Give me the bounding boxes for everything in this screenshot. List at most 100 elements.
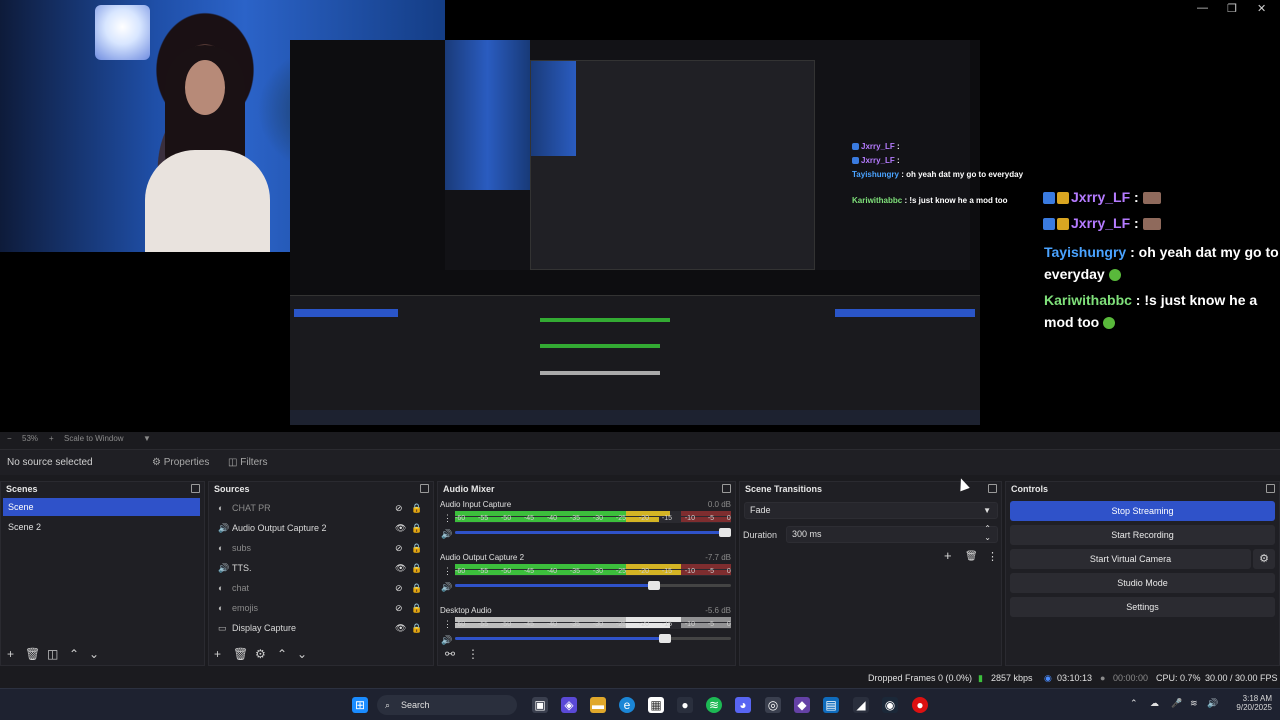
kebab-menu-icon[interactable]: ⋮ xyxy=(443,566,452,577)
duration-field[interactable]: 300 ms ⌃ ⌄ xyxy=(786,524,998,543)
filter-icon[interactable]: ◫ xyxy=(47,648,58,660)
slider-knob[interactable] xyxy=(658,634,671,643)
dock-float-icon[interactable] xyxy=(191,484,200,493)
eye-icon[interactable]: 👁 xyxy=(395,563,406,573)
lock-icon[interactable]: 🔒 xyxy=(411,523,422,533)
app-icon[interactable]: ● xyxy=(677,697,693,713)
slider-knob[interactable] xyxy=(647,581,660,590)
zoom-in-button[interactable]: + xyxy=(49,434,54,443)
scale-mode-select[interactable]: Scale to Window xyxy=(64,434,124,443)
scale-tick: -10 xyxy=(684,621,695,628)
chevron-up-icon[interactable]: ⌃ xyxy=(1130,698,1138,709)
eye-off-icon[interactable]: ⊘ xyxy=(395,583,405,593)
chevron-down-icon[interactable]: ⌄ xyxy=(89,648,99,660)
speaker-icon[interactable]: 🔊 xyxy=(441,582,452,593)
obs-icon[interactable]: ◎ xyxy=(765,697,781,713)
add-icon[interactable]: + xyxy=(214,648,221,660)
dock-float-icon[interactable] xyxy=(988,484,997,493)
source-item[interactable]: ◐ subs ⊘ 🔒 xyxy=(215,539,425,557)
cloud-icon[interactable]: ☁ xyxy=(1150,698,1159,709)
kebab-menu-icon[interactable]: ⋮ xyxy=(467,648,479,660)
stepper-icon[interactable]: ⌃ ⌄ xyxy=(984,524,991,542)
source-item[interactable]: ◐ CHAT PR ⊘ 🔒 xyxy=(215,499,425,517)
sources-dock: Sources ◐ CHAT PR ⊘ 🔒 🔊 Audio Output Capture … xyxy=(208,481,434,666)
lock-icon[interactable]: 🔒 xyxy=(411,603,422,613)
task-view-icon[interactable]: ▣ xyxy=(532,697,548,713)
settings-button[interactable]: Settings xyxy=(1010,597,1275,617)
record-app-icon[interactable]: ● xyxy=(912,697,928,713)
zoom-out-button[interactable]: − xyxy=(7,434,12,443)
source-item[interactable]: 🔊 TTS. 👁 🔒 xyxy=(215,559,425,577)
trash-icon[interactable]: 🗑 xyxy=(233,648,248,660)
filters-button[interactable]: ◫ Filters xyxy=(222,455,273,472)
stop-streaming-button[interactable]: Stop Streaming xyxy=(1010,501,1275,521)
lock-icon[interactable]: 🔒 xyxy=(411,583,422,593)
volume-slider[interactable] xyxy=(455,634,731,643)
studio-mode-button[interactable]: Studio Mode xyxy=(1010,573,1275,593)
app-icon-3[interactable]: ◢ xyxy=(853,697,869,713)
lock-icon[interactable]: 🔒 xyxy=(411,563,422,573)
chevron-up-icon[interactable]: ⌃ xyxy=(277,648,287,660)
twitch-icon[interactable]: ◆ xyxy=(794,697,810,713)
file-explorer-icon[interactable]: ▬ xyxy=(590,697,606,713)
search-input[interactable]: ⌕ Search xyxy=(377,695,517,715)
eye-off-icon[interactable]: ⊘ xyxy=(395,543,405,553)
copilot-icon[interactable]: ◈ xyxy=(561,697,577,713)
program-preview[interactable]: — ❐ ✕ Jxrry_LF : Jxrry_LF : Tayishungry … xyxy=(0,0,1280,432)
scene-item[interactable]: Scene 2 xyxy=(3,518,200,536)
chevron-down-icon[interactable]: ▼ xyxy=(143,434,151,443)
store-icon[interactable]: ▦ xyxy=(648,697,664,713)
add-icon[interactable]: + xyxy=(7,648,14,660)
maximize-icon[interactable]: ❐ xyxy=(1227,2,1237,15)
app-icon-2[interactable]: ▤ xyxy=(823,697,839,713)
volume-slider[interactable] xyxy=(455,528,732,537)
add-icon[interactable]: + xyxy=(944,548,952,563)
transition-value: Fade xyxy=(750,505,771,515)
source-item[interactable]: ◐ emojis ⊘ 🔒 xyxy=(215,599,425,617)
transition-select[interactable]: Fade ▼ xyxy=(744,502,998,519)
discord-icon[interactable]: ◕ xyxy=(735,697,751,713)
slider-knob[interactable] xyxy=(719,528,732,537)
link-icon[interactable]: ⚯ xyxy=(445,648,455,660)
lock-icon[interactable]: 🔒 xyxy=(411,543,422,553)
gear-icon[interactable]: ⚙ xyxy=(255,648,266,660)
nested-webcam xyxy=(445,40,530,190)
eye-icon[interactable]: 👁 xyxy=(395,523,406,533)
kebab-menu-icon[interactable]: ⋮ xyxy=(443,619,452,630)
dock-float-icon[interactable] xyxy=(420,484,429,493)
source-item[interactable]: ▭ Display Capture 👁 🔒 xyxy=(215,619,425,637)
eye-icon[interactable]: 👁 xyxy=(395,623,406,633)
eye-off-icon[interactable]: ⊘ xyxy=(395,503,405,513)
lock-icon[interactable]: 🔒 xyxy=(411,503,422,513)
steam-icon[interactable]: ◉ xyxy=(882,697,898,713)
clock[interactable]: 3:18 AM 9/20/2025 xyxy=(1228,694,1272,712)
scale-tick: -5 xyxy=(707,515,715,522)
source-item[interactable]: 🔊 Audio Output Capture 2 👁 🔒 xyxy=(215,519,425,537)
spotify-icon[interactable]: ≋ xyxy=(706,697,722,713)
close-icon[interactable]: ✕ xyxy=(1257,2,1266,15)
kebab-menu-icon[interactable]: ⋮ xyxy=(443,513,452,524)
windows-start-icon[interactable]: ⊞ xyxy=(352,697,368,713)
lock-icon[interactable]: 🔒 xyxy=(411,623,422,633)
microphone-icon[interactable]: 🎤 xyxy=(1171,698,1182,709)
properties-button[interactable]: ⚙ Properties xyxy=(146,455,215,472)
dock-float-icon[interactable] xyxy=(722,484,731,493)
start-recording-button[interactable]: Start Recording xyxy=(1010,525,1275,545)
trash-icon[interactable]: 🗑 xyxy=(965,551,978,562)
scene-item[interactable]: Scene xyxy=(3,498,200,516)
eye-off-icon[interactable]: ⊘ xyxy=(395,603,405,613)
dock-float-icon[interactable] xyxy=(1266,484,1275,493)
source-item[interactable]: ◐ chat ⊘ 🔒 xyxy=(215,579,425,597)
edge-icon[interactable]: e xyxy=(619,697,635,713)
speaker-icon[interactable]: 🔊 xyxy=(441,529,452,540)
trash-icon[interactable]: 🗑 xyxy=(25,648,40,660)
gear-icon[interactable]: ⚙ xyxy=(1253,549,1275,569)
chevron-up-icon[interactable]: ⌃ xyxy=(69,648,79,660)
kebab-menu-icon[interactable]: ⋮ xyxy=(987,550,998,563)
start-virtual-camera-button[interactable]: Start Virtual Camera xyxy=(1010,549,1251,569)
chevron-down-icon[interactable]: ⌄ xyxy=(297,648,307,660)
volume-icon[interactable]: 🔊 xyxy=(1207,698,1218,709)
wifi-icon[interactable]: ≋ xyxy=(1190,698,1198,709)
volume-slider[interactable] xyxy=(455,581,731,590)
minimize-icon[interactable]: — xyxy=(1197,2,1208,14)
